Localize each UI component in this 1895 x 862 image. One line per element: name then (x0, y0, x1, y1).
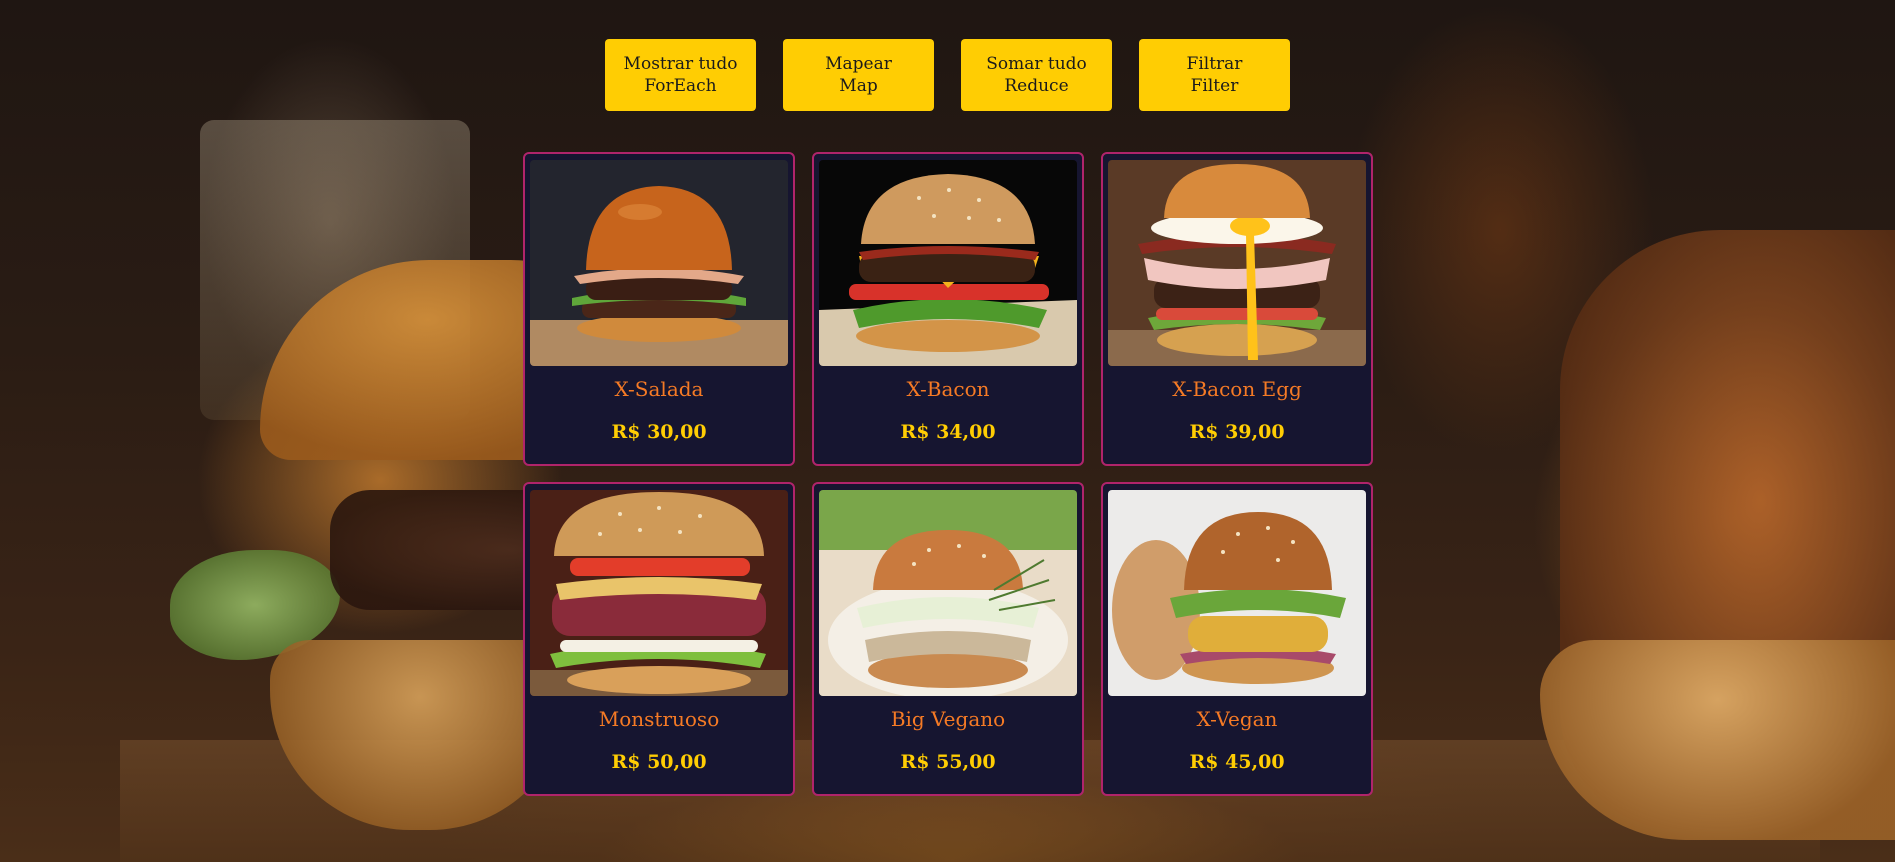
item-name: X-Bacon Egg (1172, 377, 1302, 401)
button-label-line2: Reduce (1004, 76, 1069, 96)
action-toolbar: Mostrar tudo ForEach Mapear Map Somar tu… (605, 39, 1290, 111)
burger-image (819, 160, 1077, 366)
background-bottle (200, 120, 470, 420)
filter-button[interactable]: Filtrar Filter (1139, 39, 1290, 111)
button-label-line2: Filter (1190, 76, 1239, 96)
item-price: R$ 34,00 (900, 421, 996, 443)
background-burger-right (1560, 230, 1895, 830)
menu-card: Monstruoso R$ 50,00 (523, 482, 795, 796)
burger-image (530, 490, 788, 696)
menu-card: X-Bacon R$ 34,00 (812, 152, 1084, 466)
button-label-line1: Somar tudo (986, 54, 1087, 74)
button-label-line2: Map (839, 76, 878, 96)
menu-card: X-Bacon Egg R$ 39,00 (1101, 152, 1373, 466)
background-bun-right (1540, 640, 1895, 840)
item-price: R$ 39,00 (1189, 421, 1285, 443)
menu-card: X-Salada R$ 30,00 (523, 152, 795, 466)
item-price: R$ 45,00 (1189, 751, 1285, 773)
background-lettuce (170, 550, 340, 660)
button-label-line1: Mostrar tudo (623, 54, 738, 74)
item-name: X-Salada (614, 377, 704, 401)
menu-card-grid: X-Salada R$ 30,00 X-Bacon R$ 34,00 X-Bac… (523, 152, 1373, 796)
item-name: X-Bacon (906, 377, 990, 401)
item-name: X-Vegan (1196, 707, 1278, 731)
item-name: Big Vegano (890, 707, 1006, 731)
item-price: R$ 30,00 (611, 421, 707, 443)
sum-all-reduce-button[interactable]: Somar tudo Reduce (961, 39, 1112, 111)
item-price: R$ 55,00 (900, 751, 996, 773)
show-all-foreach-button[interactable]: Mostrar tudo ForEach (605, 39, 756, 111)
burger-image (1108, 490, 1366, 696)
menu-card: X-Vegan R$ 45,00 (1101, 482, 1373, 796)
button-label-line2: ForEach (644, 76, 717, 96)
burger-image (1108, 160, 1366, 366)
button-label-line1: Mapear (825, 54, 892, 74)
item-name: Monstruoso (598, 707, 720, 731)
burger-image (530, 160, 788, 366)
burger-image (819, 490, 1077, 696)
map-button[interactable]: Mapear Map (783, 39, 934, 111)
button-label-line1: Filtrar (1186, 54, 1243, 74)
menu-card: Big Vegano R$ 55,00 (812, 482, 1084, 796)
item-price: R$ 50,00 (611, 751, 707, 773)
